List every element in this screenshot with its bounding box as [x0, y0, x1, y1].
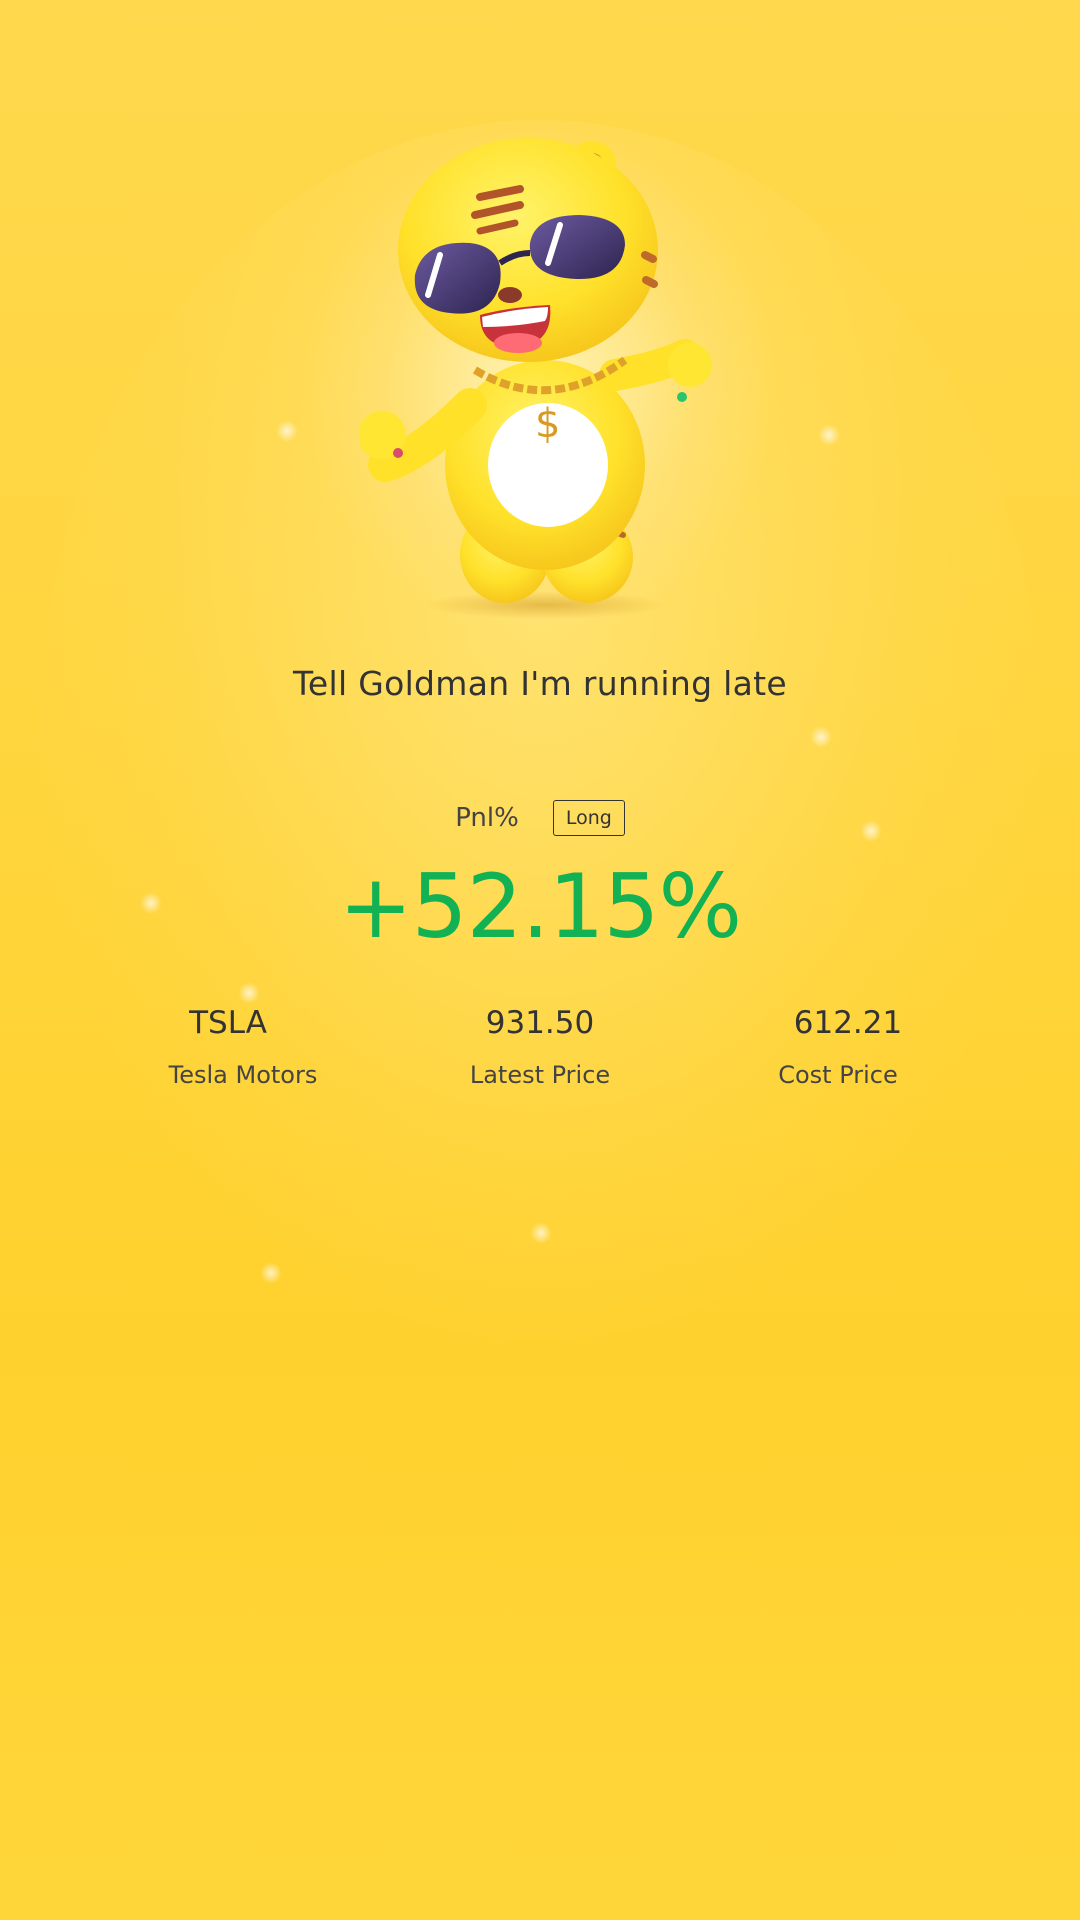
cost-price-value: 612.21 — [793, 1005, 903, 1041]
latest-price-value: 931.50 — [485, 1005, 595, 1041]
pnl-label: Pnl% — [455, 803, 519, 833]
stat-cost-price: 612.21 Cost Price — [678, 1005, 998, 1089]
pnl-percentage-value: +52.15% — [338, 855, 742, 958]
pnl-header-row: Pnl% Long — [0, 800, 1080, 836]
position-stats: TSLA Tesla Motors 931.50 Latest Price 61… — [0, 1005, 1080, 1115]
sparkle-decoration — [238, 982, 260, 1004]
share-headline: Tell Goldman I'm running late — [293, 664, 787, 703]
cost-price-label: Cost Price — [778, 1061, 898, 1089]
sparkle-decoration — [810, 726, 832, 748]
stat-latest-price: 931.50 Latest Price — [380, 1005, 700, 1089]
latest-price-label: Latest Price — [469, 1061, 611, 1089]
ticker-symbol: TSLA — [189, 1005, 267, 1041]
sparkle-decoration — [818, 424, 840, 446]
company-name: Tesla Motors — [168, 1061, 318, 1089]
stat-ticker: TSLA Tesla Motors — [83, 1005, 403, 1089]
sparkle-decoration — [260, 1262, 282, 1284]
svg-text:$: $ — [535, 401, 560, 447]
tiger-mascot-sunglasses-icon: $ — [360, 138, 712, 619]
sparkle-decoration — [530, 1222, 552, 1244]
position-direction-badge: Long — [552, 800, 625, 836]
sparkle-decoration — [276, 420, 298, 442]
